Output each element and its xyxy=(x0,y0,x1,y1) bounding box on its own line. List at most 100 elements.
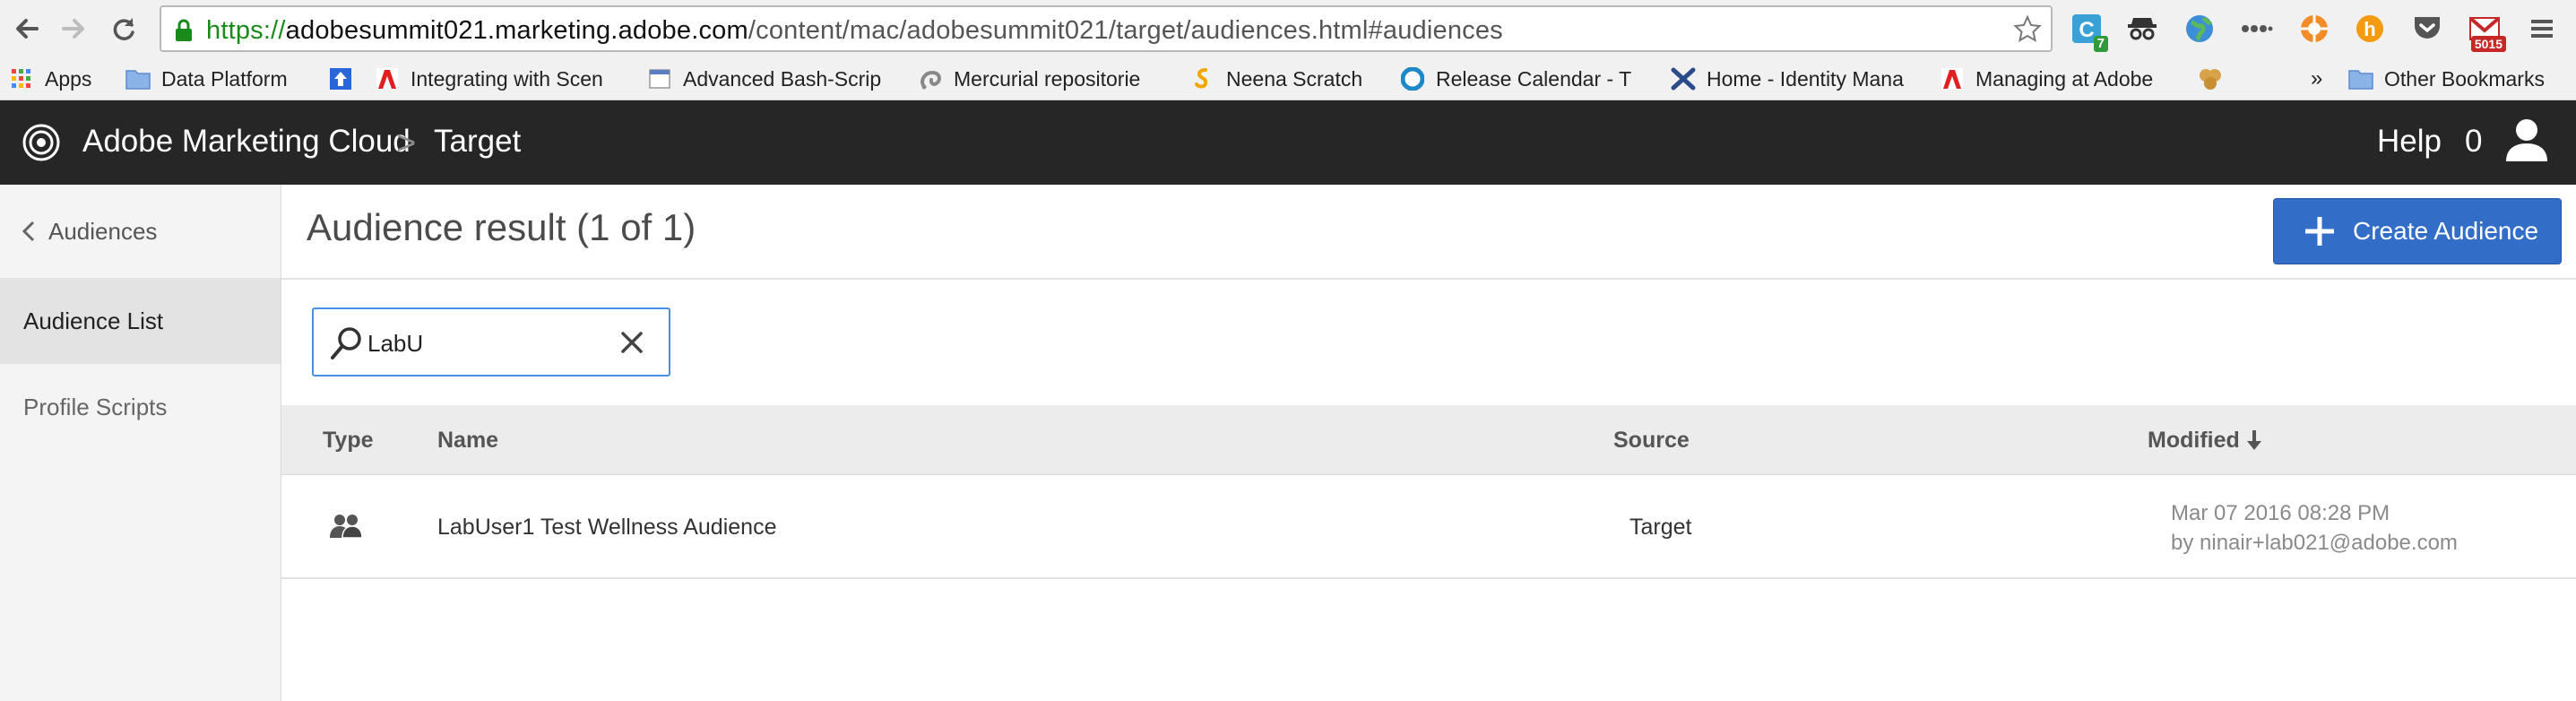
globe-extension-button[interactable] xyxy=(2182,11,2217,47)
release-circle-icon xyxy=(1400,66,1425,91)
audience-search-box[interactable] xyxy=(312,307,670,376)
url-path: /content/mac/adobesummit021/target/audie… xyxy=(748,16,1503,45)
pocket-extension-button[interactable] xyxy=(2409,11,2445,47)
forward-button[interactable] xyxy=(54,9,93,48)
column-label: Name xyxy=(437,427,499,453)
gmail-unread-badge: 5015 xyxy=(2470,36,2506,52)
gmail-extension-button[interactable]: 5015 xyxy=(2467,11,2506,52)
ellipsis-icon xyxy=(2242,25,2273,32)
bookmark-upload[interactable] xyxy=(328,57,364,100)
bookmark-data-platform[interactable]: Data Platform xyxy=(125,57,288,100)
bookmark-label: Other Bookmarks xyxy=(2384,66,2545,91)
apps-grid-icon xyxy=(9,66,34,91)
sort-descending-icon xyxy=(2246,430,2261,450)
bookmark-label: Integrating with Scen xyxy=(411,66,603,91)
svg-text:C: C xyxy=(2079,18,2094,42)
sidebar-item-audience-list[interactable]: Audience List xyxy=(0,278,281,364)
incognito-mask-icon xyxy=(2128,18,2157,40)
audience-name-link[interactable]: LabUser1 Test Wellness Audience xyxy=(437,515,776,541)
bookmark-label: Mercurial repositorie xyxy=(954,66,1141,91)
c-badge-extension-button[interactable]: C 7 xyxy=(2069,11,2108,52)
column-header-type[interactable]: Type xyxy=(323,405,374,475)
bookmark-neena-scratch[interactable]: Neena Scratch xyxy=(1190,57,1362,100)
search-input[interactable] xyxy=(367,325,592,361)
bookmark-home-identity[interactable]: Home - Identity Mana xyxy=(1671,57,1923,100)
audience-modified: Mar 07 2016 08:28 PM by ninair+lab021@ad… xyxy=(2171,498,2458,558)
bookmark-label: Apps xyxy=(45,66,92,91)
create-audience-button[interactable]: Create Audience xyxy=(2273,198,2562,264)
folder-icon xyxy=(2348,66,2373,91)
incognito-extension-button[interactable] xyxy=(2124,11,2160,47)
arrow-right-icon xyxy=(62,19,84,39)
column-label: Source xyxy=(1613,427,1690,453)
table-row[interactable]: LabUser1 Test Wellness Audience Target M… xyxy=(281,475,2576,579)
bookmark-label: Home - Identity Mana xyxy=(1707,66,1904,91)
audience-source: Target xyxy=(1629,515,1692,540)
bookmark-release-calendar[interactable]: Release Calendar - T xyxy=(1400,57,1644,100)
column-header-name[interactable]: Name xyxy=(437,405,498,475)
chevron-left-icon xyxy=(22,221,35,242)
back-button[interactable] xyxy=(7,9,47,48)
bookmark-integrating[interactable]: Integrating with Scen xyxy=(375,57,617,100)
table-header: Type Name Source Modified xyxy=(281,405,2576,475)
bookmark-label: Neena Scratch xyxy=(1226,66,1363,91)
bookmark-managing-at-adobe[interactable]: Managing at Adobe xyxy=(1940,57,2153,100)
bookmarks-bar: Apps Data Platform Integrating with Scen… xyxy=(0,57,2576,100)
brand-title[interactable]: Adobe Marketing Cloud xyxy=(82,124,411,160)
bookmarks-overflow-button[interactable]: » xyxy=(2311,57,2322,100)
sidebar-item-profile-scripts[interactable]: Profile Scripts xyxy=(0,364,281,450)
column-header-source[interactable]: Source xyxy=(1613,405,1690,475)
arrow-left-icon xyxy=(16,19,39,39)
lifebuoy-icon xyxy=(2301,15,2328,42)
address-bar[interactable]: https://adobesummit021.marketing.adobe.c… xyxy=(160,5,2053,52)
help-link[interactable]: Help xyxy=(2377,124,2442,160)
ellipsis-extension-button[interactable] xyxy=(2239,11,2275,47)
audiences-back-link[interactable]: Audiences xyxy=(0,185,281,278)
plus-icon xyxy=(2305,217,2334,246)
bookmark-other-bookmarks[interactable]: Other Bookmarks xyxy=(2348,57,2545,100)
column-label: Type xyxy=(323,427,374,453)
bookmark-label: Advanced Bash-Scrip xyxy=(683,66,882,91)
url-host: adobesummit021.marketing.adobe.com xyxy=(285,16,748,45)
upload-arrow-icon xyxy=(328,66,353,91)
bookmark-label: Data Platform xyxy=(161,66,288,91)
scratch-icon xyxy=(1190,66,1215,91)
breadcrumb-product[interactable]: Target xyxy=(434,124,521,160)
adobe-icon xyxy=(1940,66,1965,91)
chrome-menu-icon xyxy=(2531,20,2553,38)
bookmark-advanced-bash[interactable]: Advanced Bash-Scrip xyxy=(647,57,889,100)
chrome-menu-button[interactable] xyxy=(2524,11,2560,47)
back-label: Audiences xyxy=(48,217,158,245)
sidebar-item-label: Profile Scripts xyxy=(23,393,168,420)
svg-text:h: h xyxy=(2364,18,2375,40)
confluence-x-icon xyxy=(1671,66,1696,91)
notification-count[interactable]: 0 xyxy=(2465,124,2482,160)
cookie-icon xyxy=(2198,66,2223,91)
bookmark-cookie[interactable] xyxy=(2198,57,2234,100)
audience-group-icon xyxy=(330,515,362,539)
reload-button[interactable] xyxy=(104,9,143,48)
bookmark-mercurial[interactable]: Mercurial repositorie xyxy=(918,57,1162,100)
lifebuoy-extension-button[interactable] xyxy=(2296,11,2332,47)
bookmark-label: Managing at Adobe xyxy=(1975,66,2154,91)
user-profile-icon[interactable] xyxy=(2504,117,2549,163)
create-audience-label: Create Audience xyxy=(2353,217,2539,245)
clear-search-icon[interactable] xyxy=(620,331,644,354)
bookmark-star-icon[interactable] xyxy=(2013,14,2042,43)
column-label: Modified xyxy=(2148,427,2240,453)
bookmark-apps[interactable]: Apps xyxy=(9,57,91,100)
adobe-icon xyxy=(375,66,400,91)
column-header-modified[interactable]: Modified xyxy=(2148,405,2263,475)
mercurial-icon xyxy=(918,66,943,91)
title-divider xyxy=(281,278,2576,280)
modified-date: Mar 07 2016 08:28 PM xyxy=(2171,501,2390,525)
folder-icon xyxy=(125,66,151,91)
bookmark-label: Release Calendar - T xyxy=(1436,66,1632,91)
globe-icon xyxy=(2186,15,2213,42)
page-title: Audience result (1 of 1) xyxy=(307,206,696,248)
honey-h-icon: h xyxy=(2356,15,2383,42)
honey-extension-button[interactable]: h xyxy=(2352,11,2388,47)
reload-icon xyxy=(113,18,134,40)
marketing-cloud-logo-icon[interactable] xyxy=(22,123,61,162)
breadcrumb-separator: > xyxy=(396,125,417,162)
